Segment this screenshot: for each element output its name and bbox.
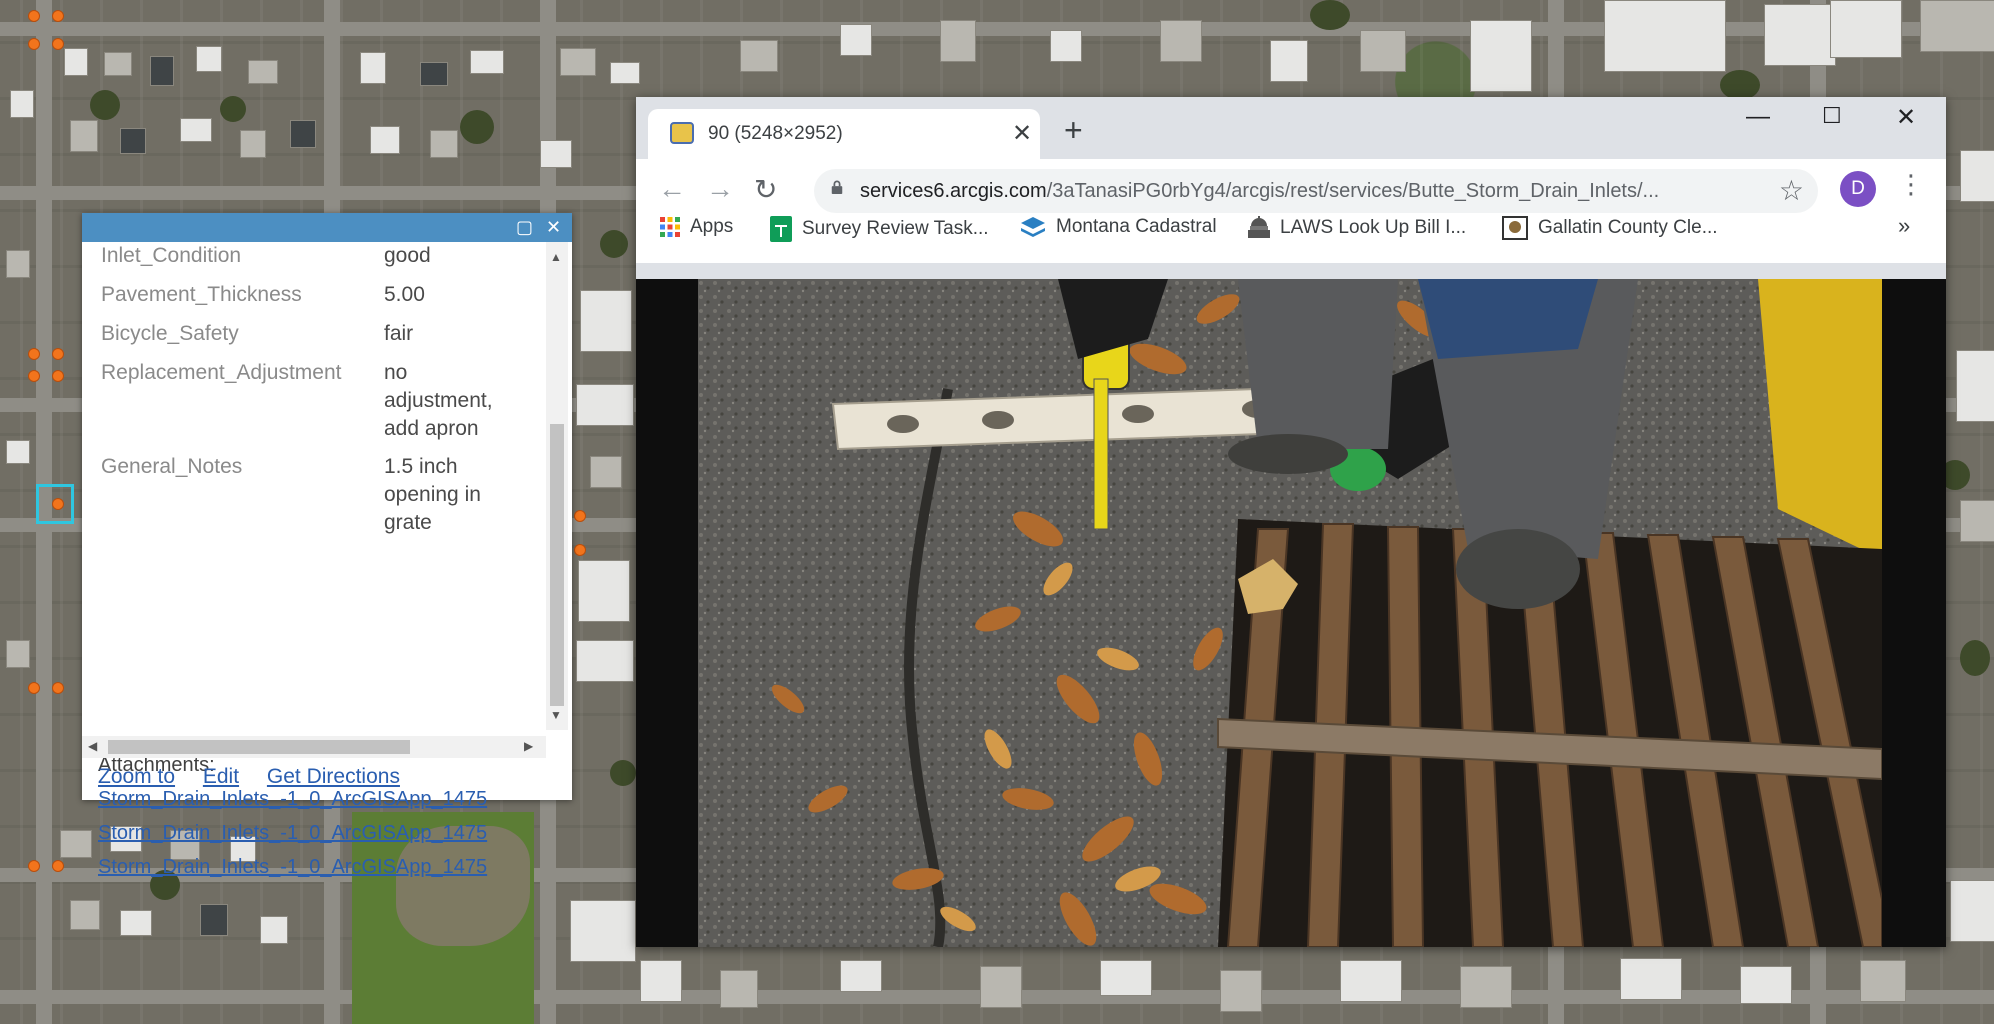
popup-vertical-scrollbar[interactable]: ▲ ▼ (546, 242, 568, 730)
attachment-link[interactable]: Storm_Drain_Inlets_-1_0_ArcGISApp_1475 (98, 822, 546, 845)
field-name: Bicycle_Safety (101, 322, 239, 345)
field-value: good (384, 244, 431, 267)
scrollbar-thumb[interactable] (108, 740, 410, 754)
inlet-point[interactable] (52, 370, 64, 382)
inlet-point[interactable] (574, 544, 586, 556)
popup-attributes: Inlet_Condition good Pavement_Thickness … (82, 242, 546, 750)
inlet-point[interactable] (28, 860, 40, 872)
sheets-icon (770, 216, 792, 242)
capitol-icon (1248, 216, 1270, 238)
field-value: 1.5 inch opening in grate (384, 455, 481, 534)
inlet-point[interactable] (28, 348, 40, 360)
window-close-icon[interactable]: ✕ (1896, 103, 1916, 132)
inlet-point[interactable] (28, 370, 40, 382)
bookmark-laws-lookup[interactable]: LAWS Look Up Bill I... (1248, 216, 1466, 240)
field-value: fair (384, 322, 414, 345)
forward-icon[interactable]: → (706, 173, 734, 205)
scrollbar-thumb[interactable] (550, 424, 564, 706)
bookmark-gallatin-county[interactable]: Gallatin County Cle... (1502, 216, 1718, 240)
maximize-icon[interactable]: ☐ (1822, 103, 1842, 129)
browser-toolbar: ← → ↻ services6.arcgis.com/3aTanasiPG0rb… (636, 159, 1946, 263)
get-directions-link[interactable]: Get Directions (267, 765, 400, 788)
browser-window: 90 (5248×2952) ✕ + — ☐ ✕ ← → ↻ services6… (636, 97, 1946, 947)
field-name: Pavement_Thickness (101, 283, 302, 306)
field-value: 5.00 (384, 283, 425, 306)
new-tab-icon[interactable]: + (1064, 114, 1083, 146)
inlet-point[interactable] (52, 348, 64, 360)
edit-link[interactable]: Edit (203, 765, 239, 788)
browser-tab[interactable]: 90 (5248×2952) ✕ (648, 109, 1040, 159)
image-icon (1502, 216, 1528, 240)
inlet-point[interactable] (52, 10, 64, 22)
inlet-point[interactable] (574, 510, 586, 522)
layers-icon (1021, 217, 1045, 237)
close-icon[interactable]: ✕ (546, 217, 561, 237)
inlet-point[interactable] (52, 682, 64, 694)
attachment-link[interactable]: Storm_Drain_Inlets_-1_0_ArcGISApp_1475 (98, 788, 546, 811)
bookmark-survey-review[interactable]: Survey Review Task... (770, 216, 989, 242)
address-bar[interactable]: services6.arcgis.com/3aTanasiPG0rbYg4/ar… (814, 169, 1818, 213)
url-text: services6.arcgis.com/3aTanasiPG0rbYg4/ar… (860, 180, 1660, 202)
arcgis-favicon-icon (670, 122, 694, 144)
storm-drain-photo (698, 279, 1882, 947)
bookmark-montana-cadastral[interactable]: Montana Cadastral (1020, 216, 1217, 238)
bookmark-apps[interactable]: Apps (660, 216, 733, 238)
tab-title: 90 (5248×2952) (708, 123, 843, 144)
page-content (636, 279, 1946, 947)
minimize-icon[interactable]: — (1746, 103, 1770, 131)
apps-grid-icon (660, 216, 680, 237)
field-name: General_Notes (101, 455, 243, 478)
popup-horizontal-scrollbar[interactable]: ◀ ▶ (82, 736, 546, 758)
lock-icon (831, 180, 843, 194)
field-name: Inlet_Condition (101, 244, 242, 267)
inlet-point[interactable] (52, 38, 64, 50)
scroll-right-icon[interactable]: ▶ (524, 739, 533, 753)
menu-kebab-icon[interactable]: ⋮ (1898, 169, 1924, 200)
field-value: no adjustment, add apron (384, 361, 493, 440)
reload-icon[interactable]: ↻ (754, 173, 777, 206)
selected-inlet-highlight (36, 484, 74, 524)
scroll-up-icon[interactable]: ▲ (550, 250, 562, 264)
scroll-left-icon[interactable]: ◀ (88, 739, 97, 753)
maximize-icon[interactable]: ▢ (516, 217, 533, 237)
tab-close-icon[interactable]: ✕ (1012, 119, 1032, 148)
inlet-point[interactable] (28, 38, 40, 50)
scroll-down-icon[interactable]: ▼ (550, 708, 562, 722)
more-bookmarks-icon[interactable]: » (1898, 213, 1910, 239)
profile-avatar[interactable]: D (1840, 171, 1876, 207)
bookmark-star-icon[interactable]: ☆ (1779, 174, 1804, 207)
inlet-point[interactable] (28, 10, 40, 22)
popup-actions: Zoom to Edit Get Directions (98, 765, 422, 789)
attachment-link[interactable]: Storm_Drain_Inlets_-1_0_ArcGISApp_1475 (98, 856, 546, 879)
field-name: Replacement_Adjustment (101, 361, 342, 384)
back-icon[interactable]: ← (658, 173, 686, 205)
feature-popup: ▢ ✕ Inlet_Condition good Pavement_Thickn… (82, 213, 572, 878)
popup-titlebar: ▢ ✕ (82, 213, 572, 242)
inlet-point[interactable] (52, 860, 64, 872)
inlet-point[interactable] (28, 682, 40, 694)
zoom-to-link[interactable]: Zoom to (98, 765, 175, 788)
